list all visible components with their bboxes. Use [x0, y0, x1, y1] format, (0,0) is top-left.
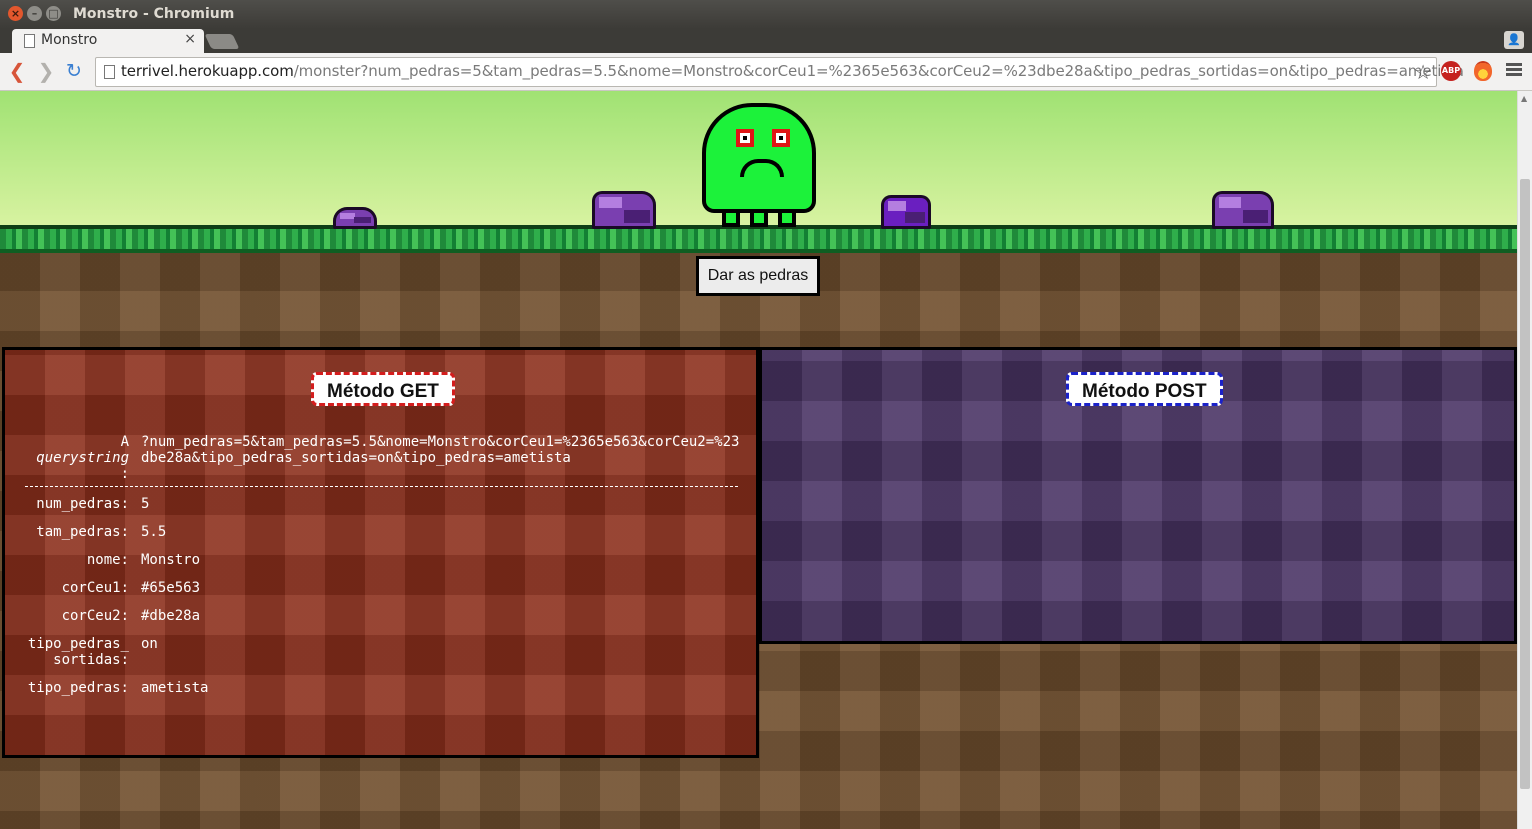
row-label-tipo-pedras-sortidas: tipo_pedras_sortidas:: [27, 636, 129, 668]
amethyst-stone: [592, 191, 656, 229]
post-panel-title: Método POST: [1066, 372, 1223, 406]
url-text[interactable]: terrivel.herokuapp.com/monster?num_pedra…: [121, 62, 1464, 80]
querystring-label-a: A: [120, 434, 129, 450]
amethyst-stone: [881, 195, 931, 229]
row-label-tam-pedras: tam_pedras:: [36, 524, 129, 540]
url-host: terrivel.herokuapp.com: [121, 62, 294, 80]
vertical-scrollbar[interactable]: ▲: [1517, 91, 1532, 829]
flame-extension-icon[interactable]: [1474, 61, 1492, 81]
bookmark-star-icon[interactable]: ☆: [1414, 60, 1432, 84]
row-value-corceu1: #65e563: [141, 580, 201, 596]
window-maximize-icon[interactable]: □: [46, 6, 61, 21]
querystring-label: A querystring :: [25, 434, 129, 482]
monster-eye-right: [772, 129, 790, 147]
row-value-tipo-pedras-sortidas: on: [141, 636, 158, 652]
reload-icon[interactable]: ↻: [63, 59, 85, 83]
back-icon[interactable]: ❮: [6, 59, 28, 83]
menu-icon[interactable]: [1506, 61, 1522, 79]
url-path: /monster?num_pedras=5&tam_pedras=5.5&nom…: [293, 62, 1464, 80]
address-bar[interactable]: terrivel.herokuapp.com/monster?num_pedra…: [95, 57, 1464, 87]
get-panel-title: Método GET: [311, 372, 455, 406]
row-label-corceu1: corCeu1:: [61, 580, 129, 596]
tab-strip: Monstro × 👤: [0, 29, 1532, 53]
row-value-tipo-pedras: ametista: [141, 680, 209, 696]
row-value-tam-pedras: 5.5: [141, 524, 167, 540]
querystring-value: ?num_pedras=5&tam_pedras=5.5&nome=Monstr…: [141, 434, 740, 466]
page-icon: [24, 34, 35, 48]
new-tab-button[interactable]: [204, 34, 240, 49]
window-title: Monstro - Chromium: [73, 6, 235, 22]
page-icon: [104, 65, 115, 79]
row-value-corceu2: #dbe28a: [141, 608, 201, 624]
window-minimize-icon[interactable]: –: [27, 6, 42, 21]
amethyst-stone: [333, 207, 377, 229]
post-method-panel: Método POST: [759, 347, 1517, 644]
row-label-num-pedras: num_pedras:: [36, 496, 129, 512]
row-label-nome: nome:: [86, 552, 129, 568]
grass-strip: [0, 225, 1517, 253]
divider: [25, 486, 738, 487]
row-value-nome: Monstro: [141, 552, 201, 568]
window-titlebar: × – □ Monstro - Chromium: [0, 0, 1532, 29]
tab-close-icon[interactable]: ×: [184, 31, 196, 47]
monster-body: [702, 103, 816, 213]
row-label-tipo-pedras: tipo_pedras:: [27, 680, 129, 696]
page-viewport: Dar as pedras Método GET A querystring :…: [0, 91, 1517, 829]
row-value-num-pedras: 5: [141, 496, 150, 512]
scroll-up-icon[interactable]: ▲: [1521, 94, 1527, 103]
get-method-panel: Método GET A querystring : ?num_pedras=5…: [2, 347, 759, 758]
forward-icon[interactable]: ❯: [35, 59, 57, 83]
give-stones-button[interactable]: Dar as pedras: [696, 256, 820, 296]
scroll-thumb[interactable]: [1520, 179, 1530, 789]
monster-mouth: [740, 159, 784, 177]
tab-title: Monstro: [41, 32, 98, 48]
monster: [700, 101, 818, 229]
window-close-icon[interactable]: ×: [8, 6, 23, 21]
querystring-label-b: querystring: [36, 450, 129, 466]
profile-icon[interactable]: 👤: [1504, 31, 1524, 49]
browser-toolbar: ❮ ❯ ↻ terrivel.herokuapp.com/monster?num…: [0, 53, 1532, 91]
querystring-label-c: :: [120, 466, 129, 482]
row-label-corceu2: corCeu2:: [61, 608, 129, 624]
adblock-icon[interactable]: ABP: [1441, 61, 1461, 81]
tab-monstro[interactable]: Monstro ×: [12, 29, 204, 53]
monster-eye-left: [736, 129, 754, 147]
amethyst-stone: [1212, 191, 1274, 229]
